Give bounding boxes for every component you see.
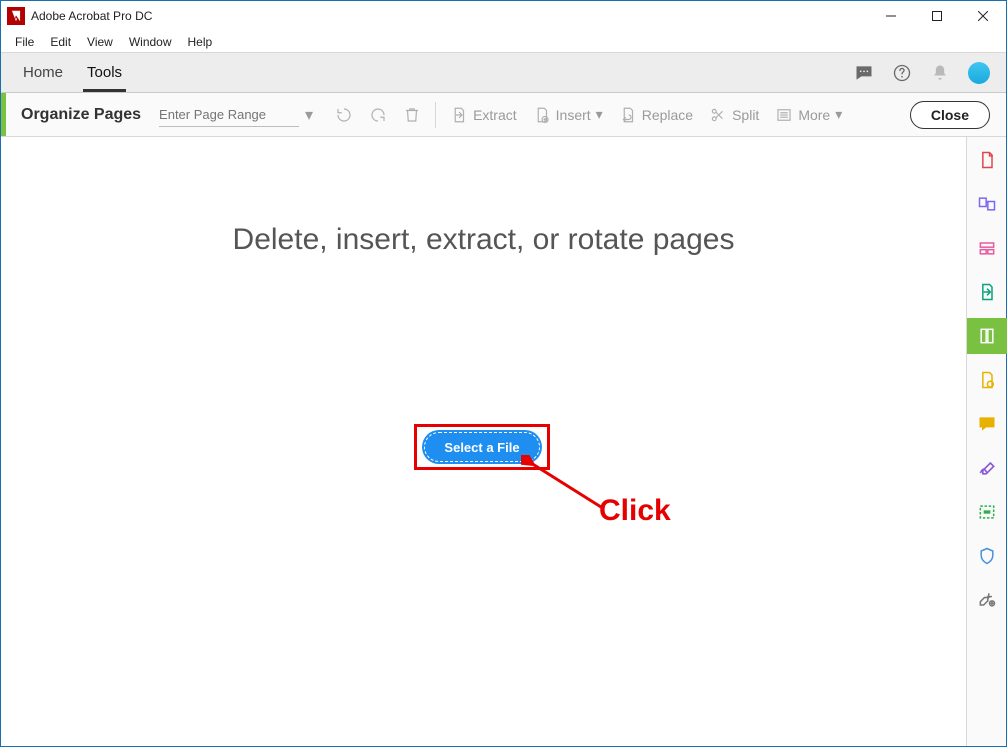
right-tool-rail [966,137,1006,746]
replace-label: Replace [642,107,693,123]
chat-icon[interactable] [854,63,874,83]
replace-button[interactable]: Replace [611,106,701,124]
menu-file[interactable]: File [7,35,42,49]
redact-icon[interactable] [976,501,998,523]
menu-view[interactable]: View [79,35,121,49]
page-range-input[interactable] [159,103,299,127]
title-bar: Adobe Acrobat Pro DC [1,1,1006,31]
split-label: Split [732,107,759,123]
caret-down-icon: ▾ [596,106,603,123]
edit-pdf-icon[interactable] [976,237,998,259]
annotation-highlight-box: Select a File [414,424,550,470]
menu-window[interactable]: Window [121,35,180,49]
nav-tools[interactable]: Tools [75,53,134,92]
help-icon[interactable] [892,63,912,83]
delete-button[interactable] [395,106,429,124]
insert-button[interactable]: Insert ▾ [525,106,611,124]
window-title: Adobe Acrobat Pro DC [31,9,152,23]
menu-bar: File Edit View Window Help [1,31,1006,53]
more-tools-icon[interactable] [976,589,998,611]
toolbar-title: Organize Pages [21,106,141,124]
more-button[interactable]: More ▾ [767,106,850,124]
extract-button[interactable]: Extract [442,106,525,124]
menu-edit[interactable]: Edit [42,35,79,49]
insert-label: Insert [556,107,591,123]
maximize-button[interactable] [914,1,960,31]
protect-icon[interactable] [976,545,998,567]
main-area: Delete, insert, extract, or rotate pages… [1,137,966,746]
app-icon [7,7,25,25]
export-pdf-icon[interactable] [976,281,998,303]
nav-home[interactable]: Home [11,53,75,92]
combine-files-icon[interactable] [976,193,998,215]
page-range-caret-icon[interactable]: ▾ [305,105,313,125]
app-window: Adobe Acrobat Pro DC File Edit View Wind… [0,0,1007,747]
organize-toolbar: Organize Pages ▾ Extract Insert ▾ Replac… [1,93,1006,137]
split-button[interactable]: Split [701,106,767,124]
annotation-label: Click [599,494,671,528]
close-window-button[interactable] [960,1,1006,31]
bell-icon[interactable] [930,63,950,83]
organize-pages-icon[interactable] [967,318,1007,354]
close-tool-button[interactable]: Close [910,101,990,129]
select-file-button[interactable]: Select a File [424,432,540,462]
rotate-ccw-button[interactable] [327,106,361,124]
fill-sign-icon[interactable] [976,457,998,479]
avatar[interactable] [968,62,990,84]
toolbar-accent [1,93,6,136]
headline-text: Delete, insert, extract, or rotate pages [1,223,966,257]
extract-label: Extract [473,107,517,123]
create-pdf-icon[interactable] [976,149,998,171]
nav-bar: Home Tools [1,53,1006,93]
minimize-button[interactable] [868,1,914,31]
send-for-comments-icon[interactable] [976,369,998,391]
menu-help[interactable]: Help [180,35,221,49]
rotate-cw-button[interactable] [361,106,395,124]
comment-icon[interactable] [976,413,998,435]
more-label: More [798,107,830,123]
caret-down-icon: ▾ [835,106,842,123]
